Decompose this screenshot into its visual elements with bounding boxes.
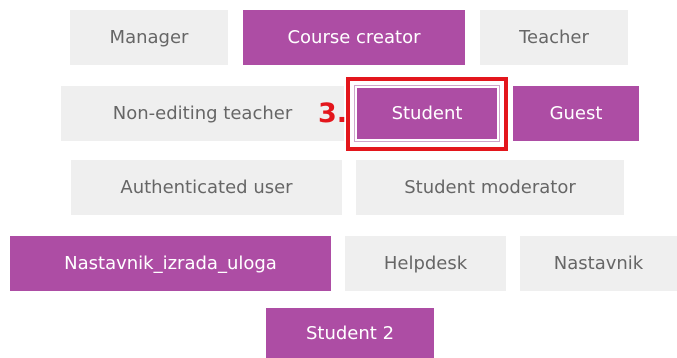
role-button-course-creator[interactable]: Course creator [243, 10, 465, 65]
role-button-student[interactable]: Student [355, 86, 499, 141]
role-button-student-moderator[interactable]: Student moderator [356, 160, 624, 215]
role-button-nastavnik-izrada-uloga[interactable]: Nastavnik_izrada_uloga [10, 236, 331, 291]
role-button-helpdesk[interactable]: Helpdesk [345, 236, 506, 291]
role-button-authenticated-user[interactable]: Authenticated user [71, 160, 342, 215]
role-button-nastavnik[interactable]: Nastavnik [520, 236, 677, 291]
role-button-guest[interactable]: Guest [513, 86, 639, 141]
role-button-manager[interactable]: Manager [70, 10, 228, 65]
role-button-student-2[interactable]: Student 2 [266, 308, 434, 358]
role-button-teacher[interactable]: Teacher [480, 10, 628, 65]
role-button-non-editing-teacher[interactable]: Non-editing teacher [61, 86, 344, 141]
step-number-annotation: 3. [318, 98, 348, 129]
